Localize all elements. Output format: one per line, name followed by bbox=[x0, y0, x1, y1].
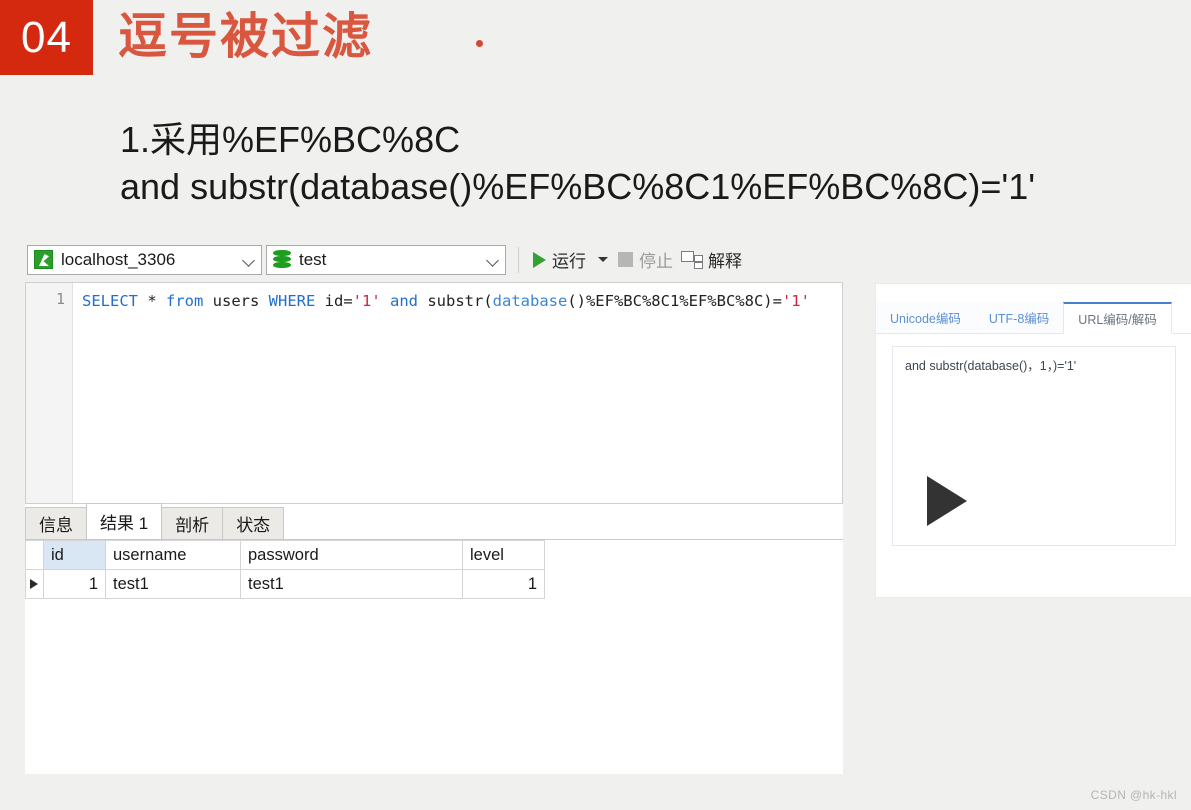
connection-label: localhost_3306 bbox=[61, 249, 176, 269]
body-line-1: 1.采用%EF%BC%8C bbox=[120, 119, 461, 160]
slide-number-badge: 04 bbox=[0, 0, 93, 75]
column-header-username[interactable]: username bbox=[105, 540, 241, 570]
tab-unicode-encode[interactable]: Unicode编码 bbox=[876, 302, 975, 333]
cell-password[interactable]: test1 bbox=[240, 569, 463, 599]
url-encoder-panel: Unicode编码 UTF-8编码 URL编码/解码 and substr(da… bbox=[876, 284, 1191, 597]
tab-unicode-encode-label: Unicode编码 bbox=[890, 312, 961, 326]
row-marker-header bbox=[25, 540, 44, 570]
watermark: CSDN @hk-hkl bbox=[1090, 788, 1177, 802]
play-icon bbox=[533, 251, 546, 268]
database-icon bbox=[273, 250, 291, 269]
line-number: 1 bbox=[55, 290, 65, 308]
tab-url-encode-decode-label: URL编码/解码 bbox=[1078, 313, 1157, 327]
toolbar-separator bbox=[518, 246, 519, 273]
slide-body-text: 1.采用%EF%BC%8C and substr(database()%EF%B… bbox=[120, 116, 1035, 210]
table-header-row: id username password level bbox=[25, 540, 545, 570]
current-row-arrow-icon bbox=[30, 579, 38, 589]
navicat-window: localhost_3306 test 运行 停止 解释 1 SELECT * … bbox=[25, 237, 843, 774]
chevron-down-icon bbox=[485, 252, 501, 268]
database-label: test bbox=[299, 249, 327, 269]
tab-utf8-encode[interactable]: UTF-8编码 bbox=[974, 302, 1064, 333]
run-button-label: 运行 bbox=[552, 252, 586, 271]
cell-level[interactable]: 1 bbox=[462, 569, 545, 599]
play-cursor-icon bbox=[927, 476, 967, 526]
chevron-down-icon bbox=[241, 252, 257, 268]
connection-icon bbox=[34, 250, 53, 269]
tab-info[interactable]: 信息 bbox=[25, 507, 87, 539]
navicat-toolbar: localhost_3306 test 运行 停止 解释 bbox=[25, 237, 843, 282]
run-button[interactable]: 运行 bbox=[529, 245, 590, 275]
result-grid[interactable]: id username password level 1 test1 test1… bbox=[25, 540, 843, 774]
stop-icon bbox=[618, 252, 633, 267]
result-tab-bar: 信息 结果 1 剖析 状态 bbox=[25, 503, 843, 540]
explain-button[interactable]: 解释 bbox=[677, 245, 746, 275]
column-header-password[interactable]: password bbox=[240, 540, 463, 570]
result-table: id username password level 1 test1 test1… bbox=[25, 540, 545, 599]
body-line-2: and substr(database()%EF%BC%8C1%EF%BC%8C… bbox=[120, 166, 1036, 207]
explain-icon bbox=[681, 250, 703, 269]
connection-dropdown[interactable]: localhost_3306 bbox=[27, 244, 262, 275]
database-dropdown[interactable]: test bbox=[266, 244, 506, 275]
row-marker-cell bbox=[25, 569, 44, 599]
column-header-id[interactable]: id bbox=[43, 540, 106, 570]
tab-info-label: 信息 bbox=[39, 516, 73, 535]
encoder-tab-bar: Unicode编码 UTF-8编码 URL编码/解码 bbox=[876, 302, 1191, 334]
explain-button-label: 解释 bbox=[708, 252, 742, 271]
sql-code[interactable]: SELECT * from users WHERE id='1' and sub… bbox=[82, 290, 838, 313]
tab-utf8-encode-label: UTF-8编码 bbox=[988, 312, 1050, 326]
stop-button-label: 停止 bbox=[639, 252, 673, 271]
tab-result-1[interactable]: 结果 1 bbox=[86, 503, 163, 539]
slide-title: 逗号被过滤 bbox=[118, 10, 374, 64]
tab-result-1-label: 结果 1 bbox=[100, 514, 149, 533]
stop-button[interactable]: 停止 bbox=[614, 245, 677, 275]
tab-profile-label: 剖析 bbox=[175, 516, 210, 535]
tab-status[interactable]: 状态 bbox=[222, 507, 285, 539]
tab-profile[interactable]: 剖析 bbox=[161, 507, 224, 539]
editor-gutter: 1 bbox=[26, 283, 73, 503]
tab-status-label: 状态 bbox=[236, 516, 271, 535]
table-row[interactable]: 1 test1 test1 1 bbox=[25, 569, 545, 599]
column-header-level[interactable]: level bbox=[462, 540, 545, 570]
cell-username[interactable]: test1 bbox=[105, 569, 241, 599]
decorative-dot bbox=[476, 40, 483, 47]
run-options-caret-icon[interactable] bbox=[598, 257, 608, 262]
tab-url-encode-decode[interactable]: URL编码/解码 bbox=[1063, 302, 1172, 334]
sql-editor[interactable]: 1 SELECT * from users WHERE id='1' and s… bbox=[25, 282, 843, 504]
cell-id[interactable]: 1 bbox=[43, 569, 106, 599]
slide-header: 04 逗号被过滤 bbox=[0, 0, 1191, 78]
